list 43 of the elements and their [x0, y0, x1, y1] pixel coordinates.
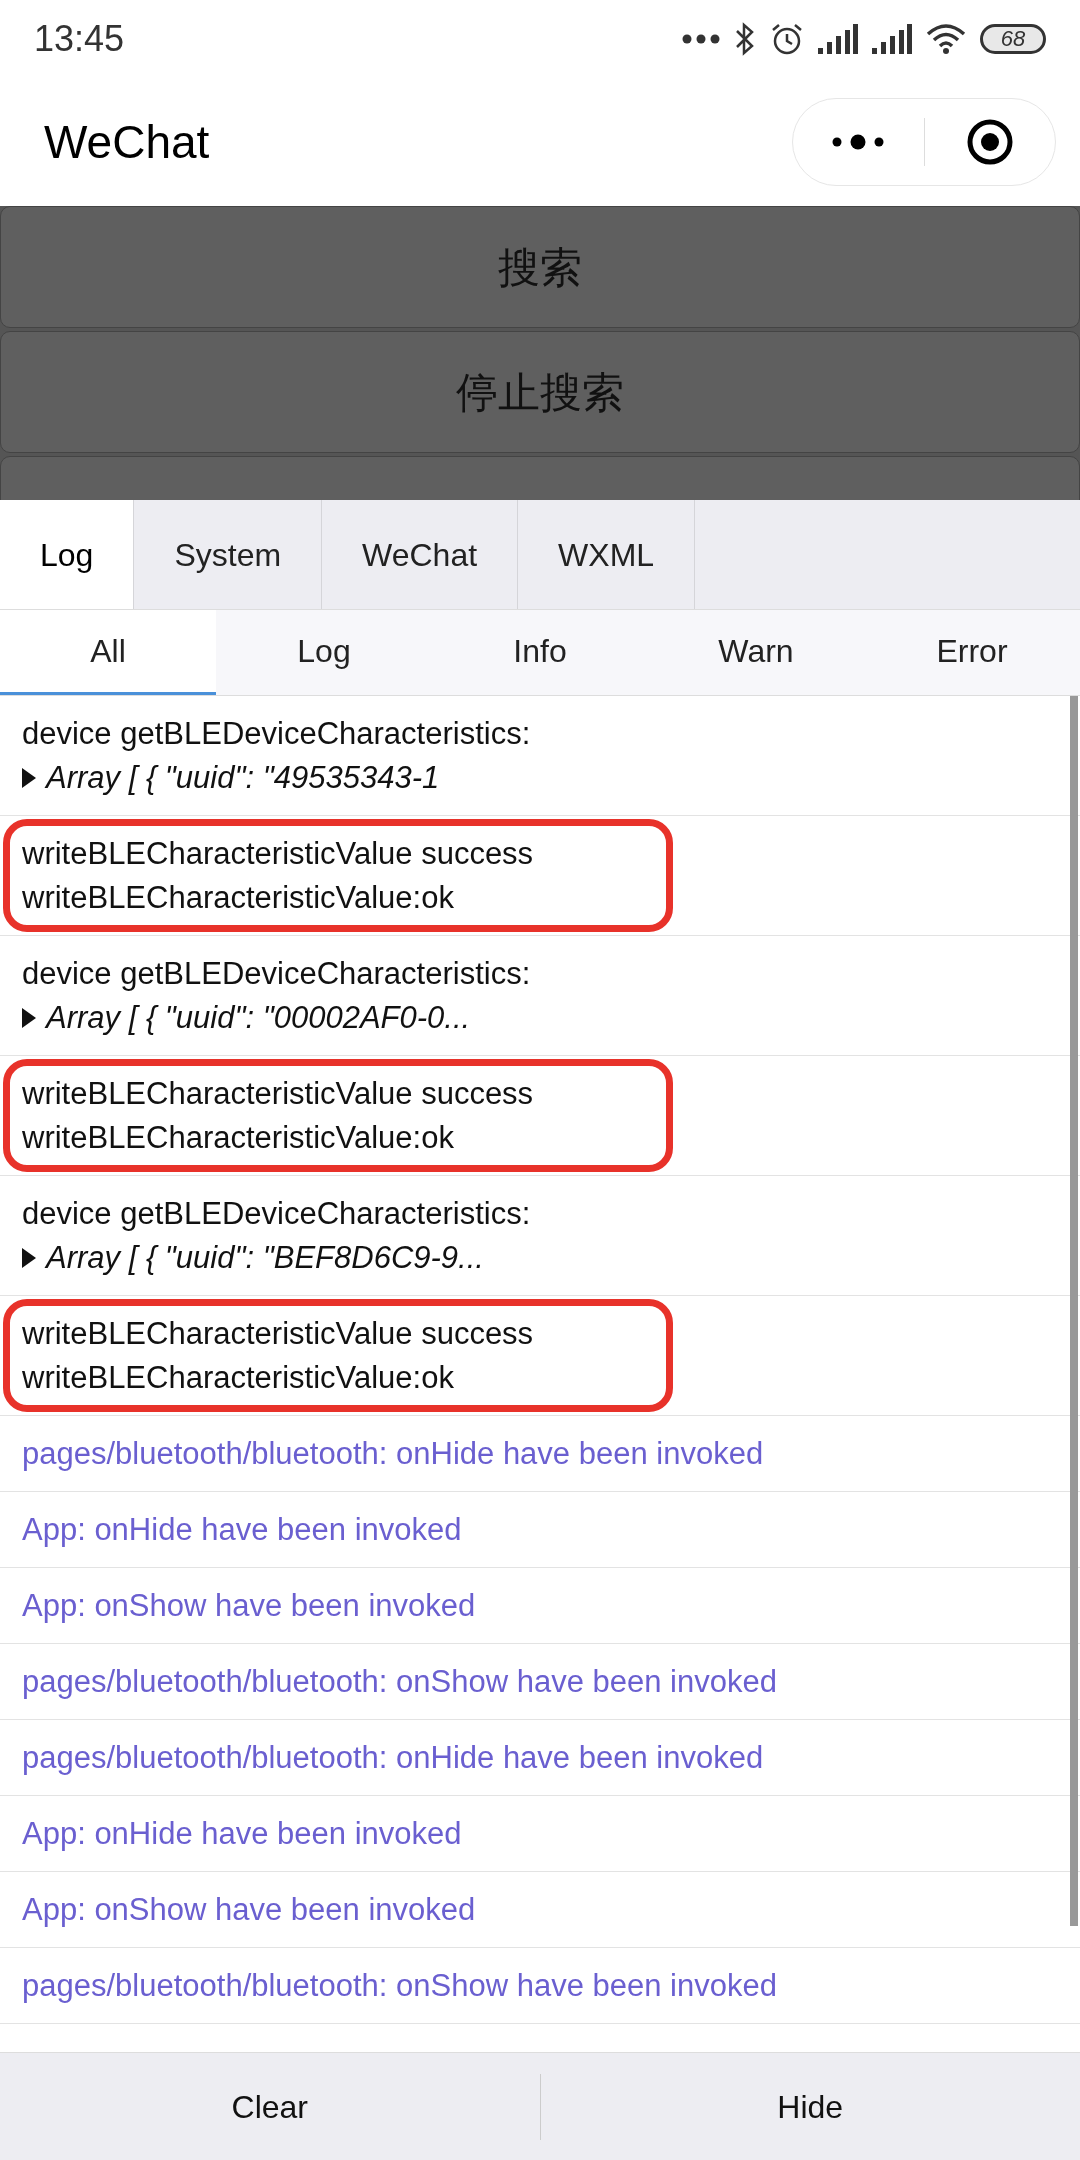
filter-tab[interactable]: Info [432, 610, 648, 695]
caret-icon[interactable] [22, 1247, 36, 1268]
log-message: pages/bluetooth/bluetooth: onShow have been invoked [22, 1662, 778, 1701]
more-icon [832, 134, 885, 150]
action-button[interactable]: Clear [0, 2053, 540, 2160]
log-message: App: onShow have been invoked [22, 1586, 477, 1625]
log-message: pages/bluetooth/bluetooth: onHide have been invoked [22, 1738, 765, 1777]
log-message: writeBLECharacteristicValue success [22, 1314, 535, 1353]
log-message: App: onShow have been invoked [22, 1890, 477, 1929]
object-preview: Array [ { "uuid": "BEF8D6C9-9... [46, 1238, 484, 1277]
alarm-icon [770, 22, 804, 56]
log-message: App: onHide have been invoked [22, 1814, 463, 1853]
log-message: writeBLECharacteristicValue:ok [22, 1358, 455, 1397]
log-message: pages/bluetooth/bluetooth: onHide have been invoked [22, 1434, 765, 1473]
object-preview: Array [ { "uuid": "49535343-1 [46, 758, 440, 797]
object-preview: Array [ { "uuid": "00002AF0-0... [46, 998, 471, 1037]
filter-tab[interactable]: Error [864, 610, 1080, 695]
log-message: pages/bluetooth/bluetooth: onShow have been invoked [22, 1966, 778, 2005]
log-message: writeBLECharacteristicValue:ok [22, 878, 455, 917]
caret-icon[interactable] [22, 767, 36, 788]
log-message: App: onHide have been invoked [22, 1510, 463, 1549]
bluetooth-icon [734, 22, 756, 56]
filter-tab[interactable]: All [0, 610, 216, 695]
log-message: device getBLEDeviceCharacteristics: [22, 714, 532, 753]
target-icon [965, 118, 1014, 166]
log-message: writeBLECharacteristicValue success [22, 1074, 535, 1113]
battery-indicator: 68 [980, 24, 1046, 54]
filter-tab[interactable]: Log [216, 610, 432, 695]
signal-icon [872, 24, 912, 54]
caret-icon[interactable] [22, 1007, 36, 1028]
scrollbar[interactable] [1070, 696, 1078, 1926]
more-icon [682, 33, 720, 45]
window-title: WeChat [44, 114, 210, 170]
wifi-icon [926, 24, 966, 54]
log-message: device getBLEDeviceCharacteristics: [22, 954, 532, 993]
status-time: 13:45 [34, 17, 125, 61]
log-message: writeBLECharacteristicValue success [22, 834, 535, 873]
log-message: writeBLECharacteristicValue:ok [22, 1118, 455, 1157]
log-message: device getBLEDeviceCharacteristics: [22, 1194, 532, 1233]
console-tab[interactable]: Log [0, 500, 135, 609]
filter-tab[interactable]: Warn [648, 610, 864, 695]
action-button[interactable]: Hide [540, 2053, 1080, 2160]
signal-icon [818, 24, 858, 54]
